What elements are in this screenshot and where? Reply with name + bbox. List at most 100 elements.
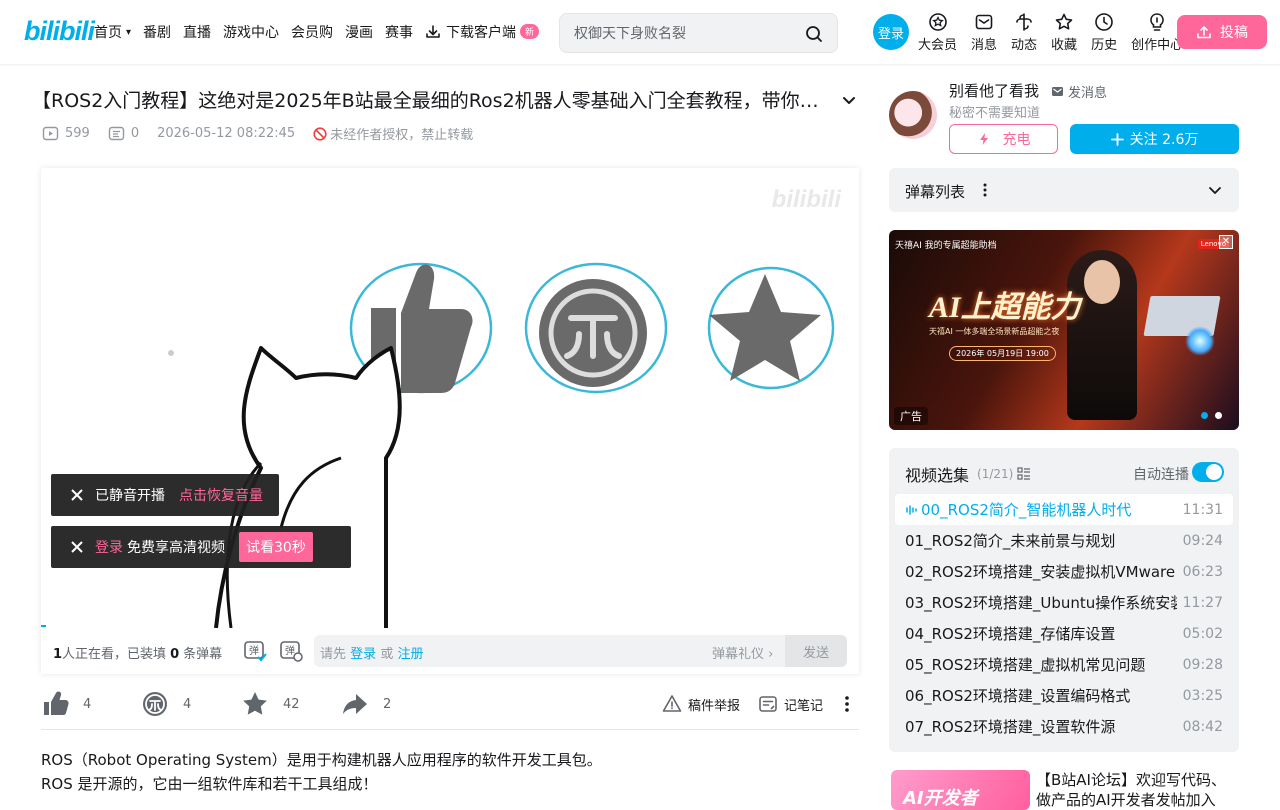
download-label: 下载客户端 [446, 25, 517, 41]
send-message-link[interactable]: 发消息 [1051, 82, 1107, 101]
playlist-item-title: 03_ROS2环境搭建_Ubuntu操作系统安装 [905, 594, 1177, 612]
creator-center-entry[interactable]: 创作中心 [1131, 12, 1183, 53]
recommend-thumb-text: AI开发者 [903, 788, 978, 809]
bilibili-logo[interactable]: bilibili [24, 16, 95, 47]
plus-icon [1110, 132, 1124, 146]
nav-esports[interactable]: 赛事 [385, 22, 413, 42]
playlist-item[interactable]: 06_ROS2环境搭建_设置编码格式 03:25 [895, 680, 1233, 711]
playlist-item[interactable]: 01_ROS2简介_未来前景与规划 09:24 [895, 525, 1233, 556]
chevron-down-icon: ▾ [126, 26, 132, 38]
input-or: 或 [380, 647, 394, 662]
download-icon [426, 25, 440, 38]
video-title: 【ROS2入门教程】这绝对是2025年B站最全最细的Ros2机器人零基础入门全套… [32, 90, 832, 112]
input-register-link[interactable]: 注册 [397, 647, 423, 662]
trial-30s-button[interactable]: 试看30秒 [239, 532, 313, 562]
nav-mall[interactable]: 会员购 [291, 22, 333, 42]
playlist-item[interactable]: 02_ROS2环境搭建_安装虚拟机VMware 06:23 [895, 556, 1233, 587]
charge-button[interactable]: 充电 [949, 124, 1058, 154]
playlist-item-title: 02_ROS2环境搭建_安装虚拟机VMware [905, 563, 1176, 581]
report-button[interactable]: 稿件举报 [662, 694, 740, 714]
coin-count: 4 [183, 696, 192, 712]
dynamic-entry[interactable]: 动态 [1011, 12, 1037, 53]
favorites-entry[interactable]: 收藏 [1051, 12, 1077, 53]
login-avatar-button[interactable]: 登录 [873, 14, 909, 50]
ad-top-text: 天禧AI 我的专属超能助档 [895, 241, 997, 251]
danmaku-toggle-icon[interactable]: 弹 [243, 639, 267, 663]
more-vertical-icon[interactable] [977, 182, 993, 198]
nav-home[interactable]: 首页 ▾ [94, 22, 131, 42]
vip-entry[interactable]: 大会员 [918, 12, 957, 53]
search-input[interactable] [574, 24, 794, 44]
nav-download-client[interactable]: 下载客户端 新 [425, 22, 540, 42]
playlist-item[interactable]: 04_ROS2环境搭建_存储库设置 05:02 [895, 618, 1233, 649]
uploader-avatar[interactable] [889, 91, 937, 139]
ad-headline: AI上超能力 [929, 291, 1081, 324]
more-vertical-icon[interactable] [837, 694, 857, 714]
header-right-icons: 大会员 消息 动态 收藏 历史 创作中心 [918, 12, 1197, 53]
upload-button[interactable]: 投稿 [1177, 15, 1267, 49]
toast-login-link[interactable]: 登录 [95, 537, 123, 557]
svg-text:弹: 弹 [249, 644, 259, 657]
like-button[interactable]: 4 [41, 690, 91, 718]
playlist-item-duration: 09:28 [1182, 656, 1223, 673]
nav-game-center[interactable]: 游戏中心 [223, 22, 279, 42]
playlist-item[interactable]: 05_ROS2环境搭建_虚拟机常见问题 09:28 [895, 649, 1233, 680]
restore-volume-link[interactable]: 点击恢复音量 [179, 485, 263, 505]
carousel-dot[interactable] [1215, 412, 1222, 419]
like-count: 4 [83, 696, 92, 712]
chevron-down-icon[interactable] [841, 92, 857, 108]
ad-person-face [1084, 260, 1120, 304]
coin-button[interactable]: 4 [141, 690, 191, 718]
input-prefix: 请先 [320, 647, 347, 662]
autoplay-toggle[interactable] [1192, 462, 1224, 482]
recommend-thumbnail[interactable]: AI开发者 [891, 770, 1030, 810]
close-icon[interactable] [69, 487, 85, 503]
danmaku-input-placeholder: 请先 登录 或 注册 [320, 643, 423, 662]
progress-bar[interactable] [41, 625, 46, 627]
share-count: 2 [383, 696, 392, 712]
danmaku-settings-icon[interactable]: 弹 [279, 639, 303, 663]
send-danmaku-button[interactable]: 发送 [785, 635, 847, 667]
nav-anime[interactable]: 番剧 [143, 22, 171, 42]
ad-banner[interactable]: 天禧AI 我的专属超能助档 Lenovo AI上超能力 天禧AI 一体多端全场景… [889, 230, 1239, 430]
share-button[interactable]: 2 [341, 690, 391, 718]
main-nav: 首页 ▾ 番剧 直播 游戏中心 会员购 漫画 赛事 下载客户端 新 [94, 22, 551, 42]
playlist-item[interactable]: 00_ROS2简介_智能机器人时代 11:31 [895, 494, 1233, 525]
danmaku-list-panel[interactable]: 弹幕列表 [889, 168, 1239, 212]
chevron-down-icon[interactable] [1207, 182, 1223, 198]
play-count-icon [42, 126, 59, 141]
nav-manga[interactable]: 漫画 [345, 22, 373, 42]
video-action-bar: 4 4 42 2 稿件举报 记笔记 [41, 684, 859, 730]
view-count-value: 599 [65, 126, 90, 141]
close-icon[interactable] [69, 539, 85, 555]
messages-entry[interactable]: 消息 [971, 12, 997, 53]
danmaku-input[interactable]: 请先 登录 或 注册 弹幕礼仪 › 发送 [314, 635, 847, 667]
uploader-name[interactable]: 别看他了看我 [949, 80, 1039, 101]
notes-button[interactable]: 记笔记 [758, 694, 823, 714]
messages-label: 消息 [971, 38, 998, 53]
favorite-star-icon [243, 692, 267, 715]
follow-button[interactable]: 关注 2.6万 [1070, 124, 1239, 154]
search-icon[interactable] [805, 25, 823, 43]
carousel-dot[interactable] [1201, 412, 1208, 419]
playlist-item-duration: 03:25 [1182, 687, 1223, 704]
list-view-icon[interactable] [1017, 467, 1031, 481]
playlist-item-duration: 08:42 [1182, 718, 1223, 735]
history-entry[interactable]: 历史 [1091, 12, 1117, 53]
publish-date: 2026-05-12 08:22:45 [157, 126, 296, 141]
ad-subtitle: 天禧AI 一体多端全场景新品超能之夜 [929, 327, 1060, 336]
recommend-title[interactable]: 【B站AI论坛】欢迎写代码、做产品的AI开发者发帖加入 [1036, 770, 1240, 810]
video-frame[interactable]: bilibili 已静音开播 点击恢复音量 登录 免费享高清视频 试看30秒 [41, 168, 859, 628]
input-login-link[interactable]: 登录 [350, 647, 376, 662]
playlist-item[interactable]: 03_ROS2环境搭建_Ubuntu操作系统安装 11:27 [895, 587, 1233, 618]
playlist-item[interactable]: 07_ROS2环境搭建_设置软件源 08:42 [895, 711, 1233, 742]
danmaku-etiquette-link[interactable]: 弹幕礼仪 › [712, 643, 773, 662]
video-player[interactable]: bilibili 已静音开播 点击恢复音量 登录 免费享高清视频 试看30秒 1… [41, 168, 859, 674]
etiquette-label: 弹幕礼仪 [712, 647, 765, 662]
nav-live[interactable]: 直播 [183, 22, 211, 42]
ad-glow-orb [1185, 326, 1215, 356]
favorite-button[interactable]: 42 [241, 690, 300, 718]
muted-notice-toast: 已静音开播 点击恢复音量 [51, 474, 279, 516]
ad-close-icon[interactable]: ✕ [1219, 235, 1233, 249]
playlist-items: 00_ROS2简介_智能机器人时代 11:31 01_ROS2简介_未来前景与规… [895, 494, 1233, 742]
